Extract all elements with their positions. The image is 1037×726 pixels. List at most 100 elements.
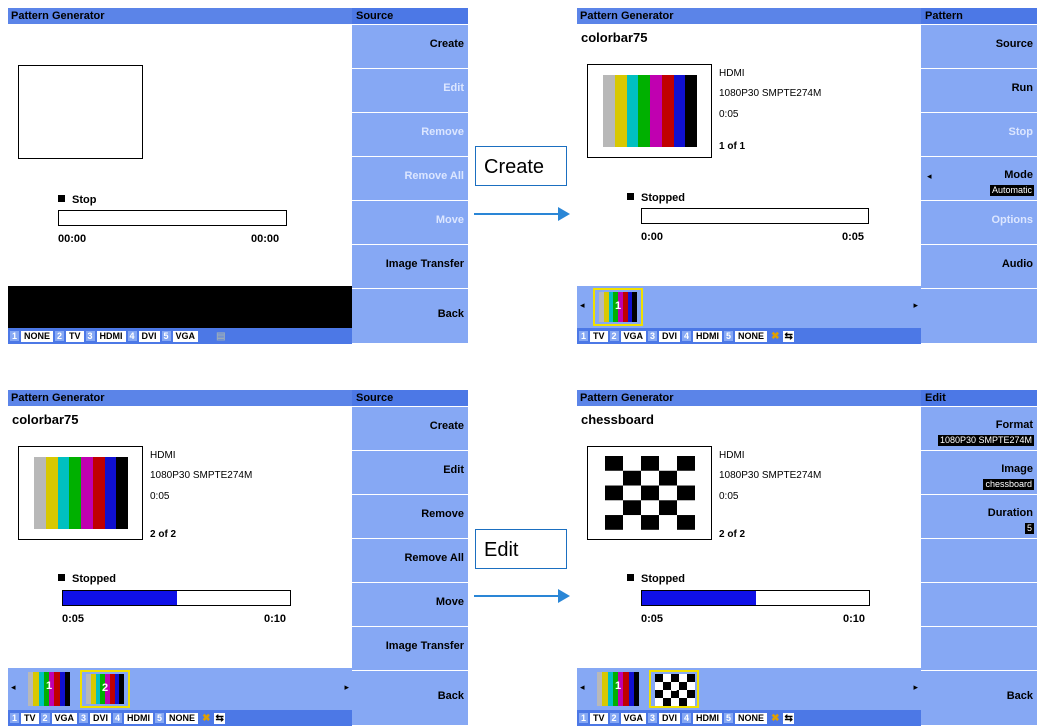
softkey-label: Back bbox=[1006, 690, 1033, 702]
pattern-thumbnail[interactable]: 1 bbox=[593, 288, 643, 326]
source-tab-vga[interactable]: 2 VGA bbox=[40, 712, 78, 724]
thumbnail-strip[interactable]: ◂ ▸ 1 2 bbox=[8, 668, 352, 710]
softkey-create-button[interactable]: Create bbox=[352, 407, 468, 451]
tab-number: 3 bbox=[648, 713, 658, 723]
playback-status: Stopped bbox=[627, 192, 685, 204]
format-label: 1080P30 SMPTE274M bbox=[719, 470, 822, 481]
thumbnail-strip[interactable]: ◂ ▸ 1 bbox=[577, 286, 921, 328]
softkey-menu: Source Create Edit Remove Remove All Move Imag… bbox=[352, 390, 468, 726]
softkey-blank-button[interactable] bbox=[921, 289, 1037, 344]
source-tab-dvi[interactable]: 3 DVI bbox=[648, 712, 681, 724]
softkey-label: Remove bbox=[421, 508, 464, 520]
softkey-remove-all-button[interactable]: Remove All bbox=[352, 539, 468, 583]
stop-icon bbox=[627, 193, 634, 200]
scroll-right-icon[interactable]: ▸ bbox=[913, 300, 918, 311]
thumbnail-number: 2 bbox=[670, 682, 678, 694]
source-tab-none[interactable]: 1 NONE bbox=[10, 330, 54, 342]
pattern-thumbnail[interactable]: 2 bbox=[649, 670, 699, 708]
softkey-label: Edit bbox=[443, 464, 464, 476]
chess-square bbox=[641, 515, 659, 530]
time-end: 0:10 bbox=[843, 613, 866, 625]
drive-icon: ▤ bbox=[216, 330, 226, 342]
source-tab-tv[interactable]: 2 TV bbox=[55, 330, 84, 342]
softkey-image-transfer-button[interactable]: Image Transfer bbox=[352, 627, 468, 671]
pattern-thumbnail[interactable]: 1 bbox=[24, 670, 74, 708]
softkey-mode-button[interactable]: Mode Automatic ◂ bbox=[921, 157, 1037, 201]
source-tab-hdmi[interactable]: 4 HDMI bbox=[682, 330, 723, 342]
softkey-remove-button[interactable]: Remove bbox=[352, 113, 468, 157]
pattern-thumbnail[interactable]: 2 bbox=[80, 670, 130, 708]
scroll-left-icon[interactable]: ◂ bbox=[580, 300, 585, 311]
softkey-move-button[interactable]: Move bbox=[352, 201, 468, 245]
softkey-remove-all-button[interactable]: Remove All bbox=[352, 157, 468, 201]
color-bar bbox=[603, 75, 615, 147]
softkey-label: Back bbox=[437, 308, 464, 320]
source-tab-dvi[interactable]: 3 DVI bbox=[79, 712, 112, 724]
softkey-menu: Pattern Source Run Stop Mode Automatic ◂ Option… bbox=[921, 8, 1037, 344]
source-tab-hdmi[interactable]: 4 HDMI bbox=[682, 712, 723, 724]
softkey-create-button[interactable]: Create bbox=[352, 25, 468, 69]
softkey-edit-button[interactable]: Edit bbox=[352, 451, 468, 495]
softkey-blank-button[interactable] bbox=[921, 627, 1037, 671]
softkey-source-button[interactable]: Source bbox=[921, 25, 1037, 69]
stop-icon bbox=[627, 574, 634, 581]
softkey-move-button[interactable]: Move bbox=[352, 583, 468, 627]
softkey-back-button[interactable]: Back bbox=[352, 289, 468, 344]
chess-square bbox=[605, 456, 623, 471]
source-tab-vga[interactable]: 5 VGA bbox=[161, 330, 199, 342]
softkey-image-button[interactable]: Image chessboard bbox=[921, 451, 1037, 495]
window-title: Pattern Generator bbox=[8, 8, 352, 24]
softkey-label: Options bbox=[991, 214, 1033, 226]
softkey-label: Remove All bbox=[404, 552, 464, 564]
scroll-left-icon[interactable]: ◂ bbox=[580, 682, 585, 693]
time-end: 0:10 bbox=[264, 613, 287, 625]
source-tab-tv[interactable]: 1 TV bbox=[10, 712, 39, 724]
softkey-options-button[interactable]: Options bbox=[921, 201, 1037, 245]
status-text: Stopped bbox=[641, 573, 685, 585]
window-title: Pattern Generator bbox=[577, 390, 921, 406]
color-bar bbox=[685, 75, 697, 147]
tab-number: 5 bbox=[161, 331, 171, 341]
color-bar bbox=[45, 457, 58, 529]
source-tab-vga[interactable]: 2 VGA bbox=[609, 712, 647, 724]
softkey-duration-button[interactable]: Duration 5 bbox=[921, 495, 1037, 539]
softkey-format-button[interactable]: Format 1080P30 SMPTE274M bbox=[921, 407, 1037, 451]
source-tab-hdmi[interactable]: 4 HDMI bbox=[113, 712, 154, 724]
source-tab-tv[interactable]: 1 TV bbox=[579, 330, 608, 342]
source-tab-none[interactable]: 5 NONE bbox=[155, 712, 199, 724]
time-end: 0:05 bbox=[842, 231, 865, 243]
softkey-value: chessboard bbox=[983, 479, 1034, 490]
color-bar bbox=[34, 457, 46, 529]
chess-square bbox=[605, 515, 623, 530]
scroll-left-icon[interactable]: ◂ bbox=[11, 682, 16, 693]
scroll-right-icon[interactable]: ▸ bbox=[913, 682, 918, 693]
softkey-blank-button[interactable] bbox=[921, 583, 1037, 627]
source-tab-dvi[interactable]: 3 DVI bbox=[648, 330, 681, 342]
source-tab-none[interactable]: 5 NONE bbox=[724, 330, 768, 342]
scroll-right-icon[interactable]: ▸ bbox=[344, 682, 349, 693]
source-tab-dvi[interactable]: 4 DVI bbox=[127, 330, 160, 342]
status-text: Stopped bbox=[72, 573, 116, 585]
softkey-run-button[interactable]: Run bbox=[921, 69, 1037, 113]
source-tab-tv[interactable]: 1 TV bbox=[579, 712, 608, 724]
source-tab-none[interactable]: 5 NONE bbox=[724, 712, 768, 724]
tab-label: DVI bbox=[659, 712, 681, 724]
source-tab-vga[interactable]: 2 VGA bbox=[609, 330, 647, 342]
status-text: Stop bbox=[72, 194, 97, 206]
color-bar bbox=[81, 457, 93, 529]
tab-label: HDMI bbox=[693, 712, 723, 724]
softkey-edit-button[interactable]: Edit bbox=[352, 69, 468, 113]
tab-number: 3 bbox=[79, 713, 89, 723]
softkey-audio-button[interactable]: Audio bbox=[921, 245, 1037, 289]
softkey-label: Move bbox=[435, 214, 464, 226]
softkey-stop-button[interactable]: Stop bbox=[921, 113, 1037, 157]
softkey-back-button[interactable]: Back bbox=[921, 671, 1037, 726]
source-tab-hdmi[interactable]: 3 HDMI bbox=[85, 330, 126, 342]
color-bar bbox=[626, 75, 639, 147]
softkey-remove-button[interactable]: Remove bbox=[352, 495, 468, 539]
softkey-back-button[interactable]: Back bbox=[352, 671, 468, 726]
softkey-image-transfer-button[interactable]: Image Transfer bbox=[352, 245, 468, 289]
thumbnail-strip[interactable]: ◂ ▸ 1 2 bbox=[577, 668, 921, 710]
pattern-thumbnail[interactable]: 1 bbox=[593, 670, 643, 708]
softkey-blank-button[interactable] bbox=[921, 539, 1037, 583]
